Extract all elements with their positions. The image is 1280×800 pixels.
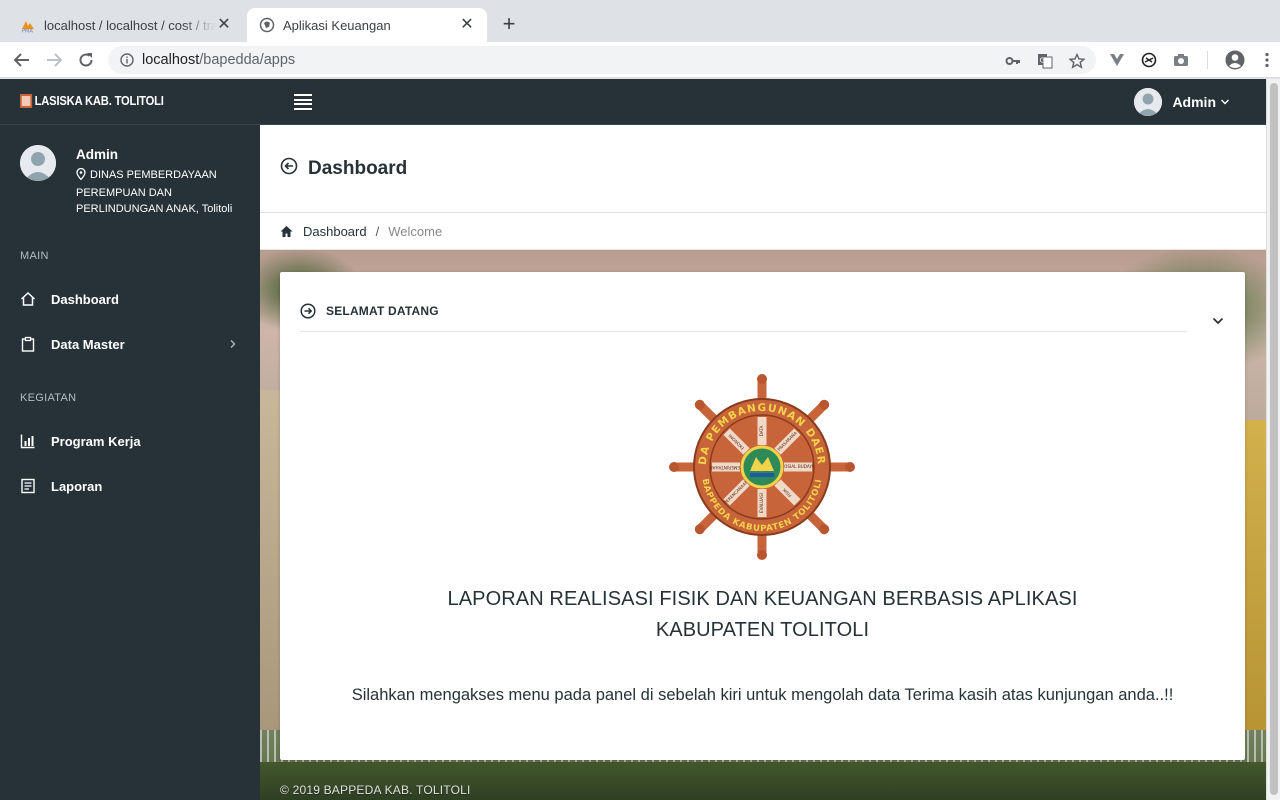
logo-spoke-label: PEMERINTAHAN bbox=[710, 465, 743, 470]
sidebar-section-kegiatan: KEGIATAN bbox=[20, 392, 77, 404]
sidebar-toggle-icon[interactable] bbox=[294, 94, 312, 110]
breadcrumb: Dashboard / Welcome bbox=[260, 213, 1266, 250]
clipboard-icon bbox=[20, 336, 36, 352]
map-pin-icon bbox=[76, 167, 86, 185]
app-topbar: LASISKA KAB. TOLITOLI Admin bbox=[0, 79, 1266, 125]
avatar bbox=[20, 145, 56, 181]
new-tab-icon[interactable]: + bbox=[498, 13, 520, 35]
reload-icon[interactable] bbox=[74, 48, 98, 72]
user-menu[interactable]: Admin bbox=[1134, 88, 1230, 116]
home-icon bbox=[20, 291, 36, 307]
page-title: Dashboard bbox=[280, 157, 407, 181]
tab-title: localhost / localhost / cost / transaksi bbox=[44, 17, 216, 33]
logo-spoke-knob bbox=[819, 524, 830, 535]
sidebar: Admin DINAS PEMBERDAYAAN PEREMPUAN DAN P… bbox=[0, 125, 260, 800]
arrow-right-circle-icon bbox=[300, 303, 316, 319]
breadcrumb-separator: / bbox=[375, 223, 380, 239]
card-header: SELAMAT DATANG bbox=[300, 302, 1187, 332]
url-host: localhost bbox=[142, 52, 200, 68]
back-icon[interactable] bbox=[10, 48, 34, 72]
background-building bbox=[260, 390, 280, 730]
address-bar[interactable]: localhost/bapedda/apps G bbox=[108, 46, 1096, 74]
brand-logo[interactable]: LASISKA KAB. TOLITOLI bbox=[20, 93, 164, 108]
logo-spoke-knob bbox=[757, 550, 767, 560]
info-icon[interactable] bbox=[120, 53, 134, 67]
profile-organization: DINAS PEMBERDAYAAN PEREMPUAN DAN PERLIND… bbox=[76, 167, 233, 215]
url-path: /bapedda/apps bbox=[199, 52, 296, 68]
logo-spoke-label: DATA bbox=[759, 425, 764, 436]
footer-copyright: © 2019 BAPPEDA KAB. TOLITOLI bbox=[280, 783, 471, 797]
chevron-down-icon bbox=[1220, 94, 1230, 110]
svg-text:PMA: PMA bbox=[22, 29, 33, 34]
sidebar-item-label: Data Master bbox=[51, 336, 125, 352]
profile-name: Admin bbox=[76, 147, 118, 162]
document-icon bbox=[20, 478, 36, 494]
browser-tab-phpmyadmin[interactable]: PMA localhost / localhost / cost / trans… bbox=[8, 8, 244, 42]
avatar bbox=[1134, 88, 1163, 116]
svg-text:G: G bbox=[1040, 57, 1045, 65]
sidebar-item-label: Dashboard bbox=[51, 291, 119, 307]
sidebar-item-data-master[interactable]: Data Master bbox=[0, 324, 260, 364]
page-scrollbar[interactable] bbox=[1266, 79, 1280, 800]
logo-spoke-label: SOSIAL BUDAYA bbox=[781, 464, 814, 469]
camera-icon[interactable] bbox=[1170, 49, 1192, 71]
brand-name: LASISKA KAB. TOLITOLI bbox=[34, 93, 164, 108]
welcome-card: SELAMAT DATANG DATA PRASARANA SOSIAL BUDAY… bbox=[280, 272, 1245, 760]
page-header: Dashboard bbox=[260, 125, 1266, 213]
logo-spoke-knob bbox=[694, 524, 705, 535]
headline-line-2: KABUPATEN TOLITOLI bbox=[655, 619, 870, 641]
sidebar-item-program-kerja[interactable]: Program Kerja bbox=[0, 421, 260, 461]
breadcrumb-current: Welcome bbox=[388, 223, 443, 239]
close-tab-icon[interactable]: ✕ bbox=[216, 17, 232, 33]
more-menu-icon[interactable] bbox=[1256, 49, 1278, 71]
sidebar-item-laporan[interactable]: Laporan bbox=[0, 466, 260, 506]
logo-spoke-knob bbox=[669, 462, 679, 472]
logo-spoke-knob bbox=[819, 399, 830, 410]
collapse-chevron-icon[interactable] bbox=[1211, 314, 1225, 328]
sidebar-item-dashboard[interactable]: Dashboard bbox=[0, 279, 260, 319]
key-icon[interactable] bbox=[1002, 50, 1024, 72]
card-title: SELAMAT DATANG bbox=[326, 304, 439, 318]
toolbar-divider bbox=[1202, 49, 1214, 71]
bar-chart-icon bbox=[20, 433, 36, 449]
bookmark-star-icon[interactable] bbox=[1066, 50, 1088, 72]
arrow-left-circle-icon[interactable] bbox=[280, 157, 298, 181]
close-tab-icon[interactable]: ✕ bbox=[459, 17, 475, 33]
headline-line-1: LAPORAN REALISASI FISIK DAN KEUANGAN BER… bbox=[447, 588, 1078, 610]
browser-tab-aplikasi-keuangan[interactable]: Aplikasi Keuangan ✕ bbox=[247, 8, 487, 42]
scrollbar-thumb[interactable] bbox=[1270, 83, 1278, 795]
translate-icon[interactable]: G bbox=[1034, 50, 1056, 72]
vue-devtools-icon[interactable] bbox=[1106, 49, 1128, 71]
globe-icon bbox=[259, 17, 275, 33]
forward-icon[interactable] bbox=[42, 48, 66, 72]
app-root: LASISKA KAB. TOLITOLI Admin Admin DINAS … bbox=[0, 79, 1266, 800]
logo-spoke-knob bbox=[757, 374, 767, 384]
sidebar-item-label: Laporan bbox=[51, 478, 103, 494]
sidebar-item-label: Program Kerja bbox=[51, 433, 141, 449]
breadcrumb-home-link[interactable]: Dashboard bbox=[303, 224, 367, 239]
tab-title: Aplikasi Keuangan bbox=[283, 17, 391, 33]
logo-spoke-knob bbox=[845, 462, 855, 472]
background-building bbox=[1244, 420, 1266, 730]
sidebar-section-main: MAIN bbox=[20, 250, 49, 262]
logo-spoke-label: EVALUASI bbox=[759, 493, 764, 513]
chevron-right-icon bbox=[226, 337, 240, 351]
welcome-message: Silahkan mengakses menu pada panel di se… bbox=[351, 686, 1174, 704]
home-icon bbox=[280, 225, 293, 238]
phpmyadmin-icon: PMA bbox=[20, 17, 36, 33]
bappeda-logo: DATA PRASARANA SOSIAL BUDAYA FISIK EVALUASI P… bbox=[661, 362, 858, 563]
headline: LAPORAN REALISASI FISIK DAN KEUANGAN BER… bbox=[280, 584, 1245, 646]
browser-tab-strip: PMA localhost / localhost / cost / trans… bbox=[0, 0, 1280, 42]
user-menu-name: Admin bbox=[1172, 94, 1216, 110]
main-content: Dashboard Dashboard / Welcome SELAMAT DA… bbox=[260, 125, 1266, 800]
browser-toolbar: localhost/bapedda/apps G bbox=[0, 42, 1280, 78]
profile-icon[interactable] bbox=[1224, 49, 1246, 71]
logo-spoke-knob bbox=[694, 399, 705, 410]
extension-icon[interactable] bbox=[1138, 49, 1160, 71]
page-title-text: Dashboard bbox=[308, 158, 408, 179]
brand-mark-icon bbox=[20, 93, 33, 108]
